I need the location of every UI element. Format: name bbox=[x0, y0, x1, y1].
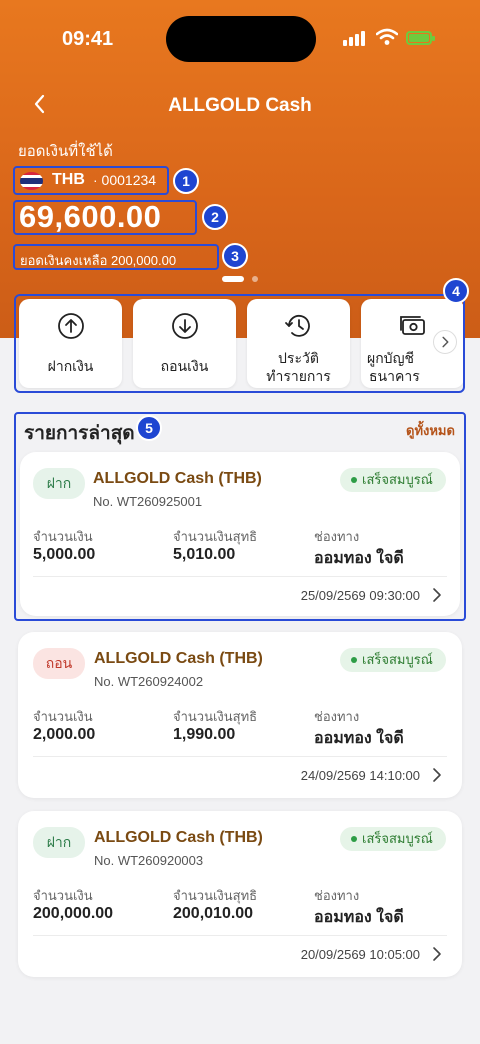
tx-type-tag: ฝาก bbox=[33, 468, 85, 499]
balance-amount-box: 69,600.00 bbox=[13, 199, 197, 235]
tx-net-value: 1,990.00 bbox=[173, 726, 236, 743]
tx-net-label: จำนวนเงินสุทธิ bbox=[173, 888, 258, 903]
tx-net-value: 200,010.00 bbox=[173, 905, 254, 922]
tx-datetime: 24/09/2569 14:10:00 bbox=[300, 768, 420, 783]
tx-divider bbox=[33, 756, 447, 757]
tx-amount-label: จำนวนเงิน bbox=[33, 529, 93, 544]
withdraw-button[interactable]: ถอนเงิน bbox=[133, 299, 236, 388]
page-dot[interactable] bbox=[252, 276, 258, 282]
account-row: THB · 0001234 bbox=[13, 166, 169, 195]
tx-status-badge: เสร็จสมบูรณ์ bbox=[340, 827, 446, 851]
available-balance-label: ยอดเงินที่ใช้ได้ bbox=[18, 143, 113, 160]
tx-channel-value: ออมทอง ใจดี bbox=[314, 730, 404, 747]
tx-net-label: จำนวนเงินสุทธิ bbox=[173, 529, 258, 544]
deposit-button[interactable]: ฝากเงิน bbox=[19, 299, 122, 388]
tx-amount-value: 200,000.00 bbox=[33, 905, 114, 922]
tx-divider bbox=[33, 935, 447, 936]
banknote-icon bbox=[399, 316, 425, 335]
tx-datetime: 25/09/2569 09:30:00 bbox=[300, 588, 420, 603]
tx-account-name: ALLGOLD Cash (THB) bbox=[93, 470, 262, 487]
tx-number: No. WT260924002 bbox=[94, 674, 204, 689]
transaction-card[interactable]: ฝาก ALLGOLD Cash (THB) No. WT260925001 เ… bbox=[20, 452, 460, 616]
tx-net-label: จำนวนเงินสุทธิ bbox=[173, 709, 258, 724]
tx-status-badge: เสร็จสมบูรณ์ bbox=[340, 468, 446, 492]
tx-divider bbox=[33, 576, 447, 577]
annotation-badge-1: 1 bbox=[173, 168, 199, 194]
page-title: ALLGOLD Cash bbox=[168, 95, 312, 116]
chevron-right-icon[interactable] bbox=[430, 586, 444, 604]
tx-channel-value: ออมทอง ใจดี bbox=[314, 550, 404, 567]
battery-icon bbox=[406, 31, 435, 45]
balance-amount: 69,600.00 bbox=[19, 199, 162, 234]
currency-code: THB bbox=[52, 171, 85, 188]
account-number: · 0001234 bbox=[93, 172, 157, 188]
clock: 09:41 bbox=[62, 28, 114, 50]
history-button[interactable]: ประวัติ ทำรายการ bbox=[247, 299, 350, 388]
arrow-up-circle-icon bbox=[57, 313, 84, 339]
dynamic-island bbox=[166, 16, 316, 62]
quick-menu: ฝากเงิน ถอนเงิน ประวัติ ทำรายการ ผูกบัญช… bbox=[14, 294, 465, 393]
tx-channel-label: ช่องทาง bbox=[314, 529, 360, 544]
transaction-card[interactable]: ฝาก ALLGOLD Cash (THB) No. WT260920003 เ… bbox=[18, 811, 462, 977]
annotation-badge-5: 5 bbox=[136, 415, 162, 441]
menu-scroll-right-icon[interactable] bbox=[433, 330, 457, 354]
tx-channel-label: ช่องทาง bbox=[314, 888, 360, 903]
status-bar: 09:41 bbox=[0, 0, 480, 80]
transaction-card[interactable]: ถอน ALLGOLD Cash (THB) No. WT260924002 เ… bbox=[18, 632, 462, 798]
tx-amount-label: จำนวนเงิน bbox=[33, 888, 93, 903]
history-label-line2: ทำรายการ bbox=[266, 368, 331, 384]
tx-number: No. WT260920003 bbox=[94, 853, 204, 868]
annotation-badge-2: 2 bbox=[202, 204, 228, 230]
tx-account-name: ALLGOLD Cash (THB) bbox=[94, 829, 263, 846]
history-icon bbox=[284, 314, 310, 337]
tx-net-value: 5,010.00 bbox=[173, 546, 236, 563]
tx-channel-label: ช่องทาง bbox=[314, 709, 360, 724]
history-label-line1: ประวัติ bbox=[278, 350, 319, 366]
link-bank-label-line2: ธนาคาร bbox=[369, 368, 420, 384]
page-dot-active bbox=[222, 276, 244, 282]
recent-title: รายการล่าสุด bbox=[24, 423, 135, 444]
tx-channel-value: ออมทอง ใจดี bbox=[314, 909, 404, 926]
history-label: ประวัติ ทำรายการ bbox=[247, 349, 350, 385]
withdraw-label: ถอนเงิน bbox=[160, 358, 209, 374]
annotation-badge-3: 3 bbox=[222, 243, 248, 269]
arrow-down-circle-icon bbox=[171, 313, 198, 339]
remaining-balance: ยอดเงินคงเหลือ 200,000.00 bbox=[20, 253, 177, 268]
annotation-badge-4: 4 bbox=[443, 278, 469, 304]
see-all-link[interactable]: ดูทั้งหมด bbox=[406, 420, 455, 441]
tx-type-tag: ฝาก bbox=[33, 827, 85, 858]
tx-type-tag: ถอน bbox=[33, 648, 85, 679]
tx-status-badge: เสร็จสมบูรณ์ bbox=[340, 648, 446, 672]
tx-number: No. WT260925001 bbox=[93, 494, 203, 509]
chevron-right-icon[interactable] bbox=[430, 766, 444, 784]
remaining-balance-box: ยอดเงินคงเหลือ 200,000.00 bbox=[13, 244, 219, 270]
tx-amount-label: จำนวนเงิน bbox=[33, 709, 93, 724]
tx-amount-value: 2,000.00 bbox=[33, 726, 96, 743]
link-bank-label: ผูกบัญชี ธนาคาร bbox=[367, 349, 463, 385]
deposit-label: ฝากเงิน bbox=[47, 358, 94, 374]
chevron-right-icon[interactable] bbox=[430, 945, 444, 963]
tx-account-name: ALLGOLD Cash (THB) bbox=[94, 650, 263, 667]
wifi-icon bbox=[376, 28, 398, 45]
tx-amount-value: 5,000.00 bbox=[33, 546, 96, 563]
tx-datetime: 20/09/2569 10:05:00 bbox=[300, 947, 420, 962]
thai-flag-icon bbox=[20, 172, 43, 190]
